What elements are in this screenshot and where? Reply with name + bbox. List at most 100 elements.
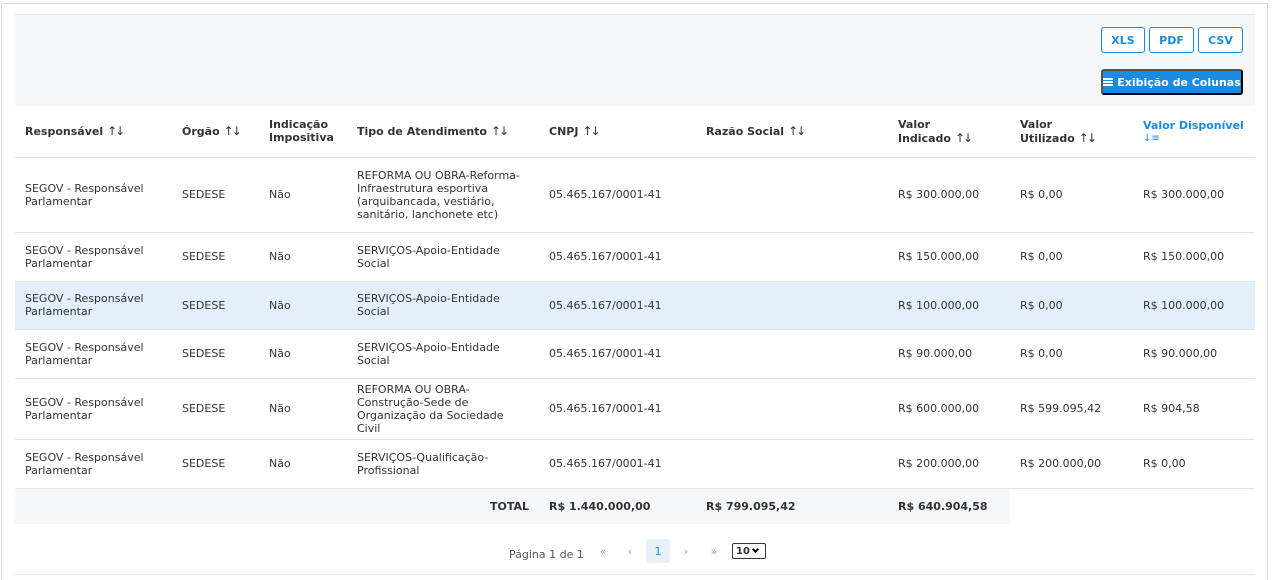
- chevron-down-icon: [751, 545, 759, 554]
- cell-valor-utilizado: R$ 0,00: [1010, 157, 1133, 233]
- first-page-button[interactable]: «: [591, 539, 615, 563]
- page-size-value: 10: [736, 545, 750, 557]
- cell-valor-utilizado: R$ 0,00: [1010, 281, 1133, 330]
- cell-valor-utilizado: R$ 200.000,00: [1010, 439, 1133, 489]
- pagination: Página 1 de 1 « ‹ 1 › » 10: [15, 534, 1255, 575]
- cell-valor-indicado: R$ 300.000,00: [888, 157, 1010, 233]
- cell-valor-utilizado: R$ 0,00: [1010, 329, 1133, 379]
- cell-responsavel: SEGOV - Responsável Parlamentar: [15, 157, 172, 233]
- col-header-cnpj[interactable]: CNPJ ↑↓: [539, 106, 696, 158]
- cell-valor-disponivel: R$ 300.000,00: [1133, 157, 1255, 233]
- cell-responsavel: SEGOV - Responsável Parlamentar: [15, 232, 172, 282]
- cell-indicacao: Não: [259, 439, 347, 489]
- col-header-orgao[interactable]: Órgão ↑↓: [172, 106, 259, 158]
- total-valor-utilizado: R$ 799.095,42: [696, 488, 888, 524]
- cell-cnpj: 05.465.167/0001-41: [539, 232, 696, 282]
- pagination-info: Página 1 de 1: [509, 548, 584, 561]
- cell-tipo: SERVIÇOS-Apoio-Entidade Social: [347, 281, 539, 330]
- col-header-tipo[interactable]: Tipo de Atendimento ↑↓: [347, 106, 539, 158]
- sort-icon[interactable]: ↑↓: [107, 124, 125, 138]
- total-valor-indicado: R$ 1.440.000,00: [539, 488, 696, 524]
- table-row[interactable]: SEGOV - Responsável Parlamentar SEDESE Não…: [15, 232, 1255, 282]
- cell-valor-indicado: R$ 150.000,00: [888, 232, 1010, 282]
- cell-razao: [696, 329, 888, 379]
- sort-icon[interactable]: ↑↓: [955, 131, 973, 145]
- sort-icon[interactable]: ↑↓: [224, 124, 242, 138]
- cell-razao: [696, 281, 888, 330]
- col-header-valor-indicado[interactable]: Valor Indicado ↑↓: [888, 106, 1010, 158]
- export-csv-button[interactable]: CSV: [1198, 27, 1243, 53]
- export-pdf-button[interactable]: PDF: [1149, 27, 1194, 53]
- cell-orgao: SEDESE: [172, 281, 259, 330]
- total-valor-disponivel: R$ 640.904,58: [888, 488, 1010, 524]
- cell-tipo: SERVIÇOS-Qualificação-Profissional: [347, 439, 539, 489]
- totals-row: TOTAL R$ 1.440.000,00 R$ 799.095,42 R$ 6…: [15, 488, 1255, 524]
- cell-indicacao: Não: [259, 232, 347, 282]
- table-header-row: Responsável ↑↓ Órgão ↑↓ Indicação Impositi…: [15, 106, 1255, 158]
- sort-icon[interactable]: ↑↓: [788, 124, 806, 138]
- cell-indicacao: Não: [259, 281, 347, 330]
- table-row[interactable]: SEGOV - Responsável Parlamentar SEDESE Não…: [15, 157, 1255, 233]
- current-page-button[interactable]: 1: [646, 539, 670, 563]
- cell-tipo: REFORMA OU OBRA-Reforma-Infraestrutura e…: [347, 157, 539, 233]
- table-row[interactable]: SEGOV - Responsável Parlamentar SEDESE Não…: [15, 329, 1255, 379]
- sort-icon[interactable]: ↑↓: [1079, 131, 1097, 145]
- page-size-select[interactable]: 10: [732, 543, 766, 559]
- next-page-button[interactable]: ›: [674, 539, 698, 563]
- cell-valor-utilizado: R$ 0,00: [1010, 232, 1133, 282]
- col-header-responsavel[interactable]: Responsável ↑↓: [15, 106, 172, 158]
- cell-razao: [696, 378, 888, 440]
- cell-razao: [696, 232, 888, 282]
- cell-tipo: SERVIÇOS-Apoio-Entidade Social: [347, 232, 539, 282]
- cell-orgao: SEDESE: [172, 157, 259, 233]
- cell-cnpj: 05.465.167/0001-41: [539, 378, 696, 440]
- cell-valor-indicado: R$ 90.000,00: [888, 329, 1010, 379]
- column-visibility-button[interactable]: Exibição de Colunas: [1101, 69, 1243, 95]
- cell-valor-disponivel: R$ 0,00: [1133, 439, 1255, 489]
- previous-page-button[interactable]: ‹: [618, 539, 642, 563]
- sort-icon[interactable]: ↑↓: [491, 124, 509, 138]
- table-toolbar: XLS PDF CSV Exibição de Colunas: [15, 14, 1255, 106]
- cell-responsavel: SEGOV - Responsável Parlamentar: [15, 439, 172, 489]
- cell-orgao: SEDESE: [172, 329, 259, 379]
- table-row[interactable]: SEGOV - Responsável Parlamentar SEDESE Não…: [15, 378, 1255, 440]
- cell-valor-disponivel: R$ 100.000,00: [1133, 281, 1255, 330]
- cell-cnpj: 05.465.167/0001-41: [539, 281, 696, 330]
- cell-valor-indicado: R$ 200.000,00: [888, 439, 1010, 489]
- cell-cnpj: 05.465.167/0001-41: [539, 329, 696, 379]
- cell-valor-indicado: R$ 100.000,00: [888, 281, 1010, 330]
- cell-cnpj: 05.465.167/0001-41: [539, 157, 696, 233]
- cell-cnpj: 05.465.167/0001-41: [539, 439, 696, 489]
- cell-indicacao: Não: [259, 157, 347, 233]
- cell-indicacao: Não: [259, 329, 347, 379]
- col-header-indicacao: Indicação Impositiva: [259, 106, 347, 158]
- list-icon: [1103, 78, 1114, 86]
- cell-responsavel: SEGOV - Responsável Parlamentar: [15, 281, 172, 330]
- sort-icon[interactable]: ↑↓: [582, 124, 600, 138]
- export-xls-button[interactable]: XLS: [1101, 27, 1145, 53]
- sort-descending-icon[interactable]: ↓≡: [1143, 133, 1245, 144]
- totals-label: TOTAL: [15, 488, 539, 524]
- cell-responsavel: SEGOV - Responsável Parlamentar: [15, 378, 172, 440]
- cell-orgao: SEDESE: [172, 439, 259, 489]
- results-panel: XLS PDF CSV Exibição de Colunas Responsá…: [15, 14, 1255, 576]
- col-header-valor-disponivel[interactable]: Valor Disponível ↓≡: [1133, 106, 1255, 158]
- cell-valor-utilizado: R$ 599.095,42: [1010, 378, 1133, 440]
- col-header-razao[interactable]: Razão Social ↑↓: [696, 106, 888, 158]
- cell-valor-disponivel: R$ 904,58: [1133, 378, 1255, 440]
- cell-indicacao: Não: [259, 378, 347, 440]
- table-row[interactable]: SEGOV - Responsável Parlamentar SEDESE Não…: [15, 281, 1255, 330]
- cell-razao: [696, 157, 888, 233]
- cell-tipo: REFORMA OU OBRA-Construção-Sede de Organ…: [347, 378, 539, 440]
- table-row[interactable]: SEGOV - Responsável Parlamentar SEDESE Não…: [15, 439, 1255, 489]
- cell-valor-disponivel: R$ 90.000,00: [1133, 329, 1255, 379]
- cell-valor-indicado: R$ 600.000,00: [888, 378, 1010, 440]
- data-table: Responsável ↑↓ Órgão ↑↓ Indicação Impositi…: [15, 106, 1255, 524]
- last-page-button[interactable]: »: [702, 539, 726, 563]
- cell-responsavel: SEGOV - Responsável Parlamentar: [15, 329, 172, 379]
- cell-orgao: SEDESE: [172, 232, 259, 282]
- cell-tipo: SERVIÇOS-Apoio-Entidade Social: [347, 329, 539, 379]
- cell-razao: [696, 439, 888, 489]
- column-visibility-label: Exibição de Colunas: [1117, 75, 1241, 89]
- col-header-valor-utilizado[interactable]: Valor Utilizado ↑↓: [1010, 106, 1133, 158]
